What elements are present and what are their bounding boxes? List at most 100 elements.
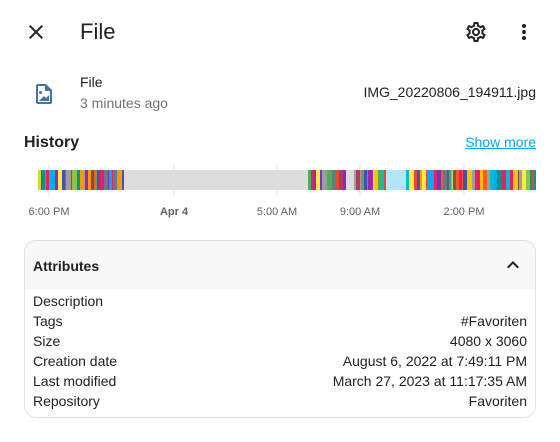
timeline-segment[interactable] bbox=[361, 170, 364, 190]
timeline-segment[interactable] bbox=[97, 170, 100, 190]
timeline-segment[interactable] bbox=[434, 170, 437, 190]
timeline-segment[interactable] bbox=[55, 170, 58, 190]
timeline-segment[interactable] bbox=[364, 170, 367, 190]
timeline-segment[interactable] bbox=[419, 170, 420, 190]
timeline-segment[interactable] bbox=[447, 170, 449, 190]
history-timeline[interactable]: 6:00 PM Apr 4 5:00 AM 9:00 AM 2:00 PM bbox=[24, 160, 536, 220]
timeline-segment[interactable] bbox=[71, 170, 72, 190]
timeline-segment[interactable] bbox=[534, 170, 536, 190]
timeline-segment[interactable] bbox=[122, 170, 124, 190]
timeline-segment[interactable] bbox=[475, 170, 480, 190]
timeline-segment[interactable] bbox=[378, 170, 382, 190]
timeline-segment[interactable] bbox=[452, 170, 453, 190]
timeline-segment[interactable] bbox=[42, 170, 45, 190]
timeline-segment[interactable] bbox=[450, 170, 451, 190]
timeline-segment[interactable] bbox=[316, 170, 320, 190]
timeline-segment[interactable] bbox=[443, 170, 447, 190]
timeline-segment[interactable] bbox=[422, 170, 426, 190]
timeline-segment[interactable] bbox=[124, 170, 308, 190]
timeline-segment[interactable] bbox=[339, 170, 341, 190]
timeline-segment[interactable] bbox=[368, 170, 373, 190]
timeline-segment[interactable] bbox=[311, 170, 314, 190]
timeline-segment[interactable] bbox=[322, 170, 327, 190]
attributes-expander[interactable]: Attributes bbox=[25, 241, 535, 289]
timeline-segment[interactable] bbox=[91, 170, 92, 190]
more-options-button[interactable] bbox=[504, 12, 544, 52]
timeline-segment[interactable] bbox=[308, 170, 311, 190]
timeline-segment[interactable] bbox=[441, 170, 443, 190]
timeline-segment[interactable] bbox=[320, 170, 322, 190]
timeline-segment[interactable] bbox=[459, 170, 462, 190]
timeline-segment[interactable] bbox=[490, 170, 494, 190]
timeline-segment[interactable] bbox=[472, 170, 475, 190]
timeline-segment[interactable] bbox=[406, 170, 409, 190]
timeline-segment[interactable] bbox=[374, 170, 378, 190]
timeline-segment[interactable] bbox=[438, 170, 441, 190]
timeline-segment[interactable] bbox=[77, 170, 80, 190]
timeline-segment[interactable] bbox=[95, 170, 97, 190]
timeline-segment[interactable] bbox=[88, 170, 91, 190]
timeline-segment[interactable] bbox=[336, 170, 339, 190]
settings-button[interactable] bbox=[456, 12, 496, 52]
timeline-segment[interactable] bbox=[449, 170, 450, 190]
timeline-segment[interactable] bbox=[41, 170, 42, 190]
timeline-segment[interactable] bbox=[85, 170, 88, 190]
timeline-segment[interactable] bbox=[437, 170, 438, 190]
timeline-segment[interactable] bbox=[494, 170, 497, 190]
timeline-segment[interactable] bbox=[356, 170, 357, 190]
timeline-segment[interactable] bbox=[502, 170, 506, 190]
timeline-segment[interactable] bbox=[487, 170, 490, 190]
timeline-chart[interactable] bbox=[24, 160, 536, 206]
timeline-segment[interactable] bbox=[456, 170, 459, 190]
timeline-segment[interactable] bbox=[532, 170, 534, 190]
timeline-segment[interactable] bbox=[385, 170, 386, 190]
timeline-segment[interactable] bbox=[314, 170, 316, 190]
timeline-segment[interactable] bbox=[518, 170, 519, 190]
timeline-segment[interactable] bbox=[426, 170, 427, 190]
timeline-segment[interactable] bbox=[462, 170, 463, 190]
timeline-segment[interactable] bbox=[332, 170, 336, 190]
close-button[interactable] bbox=[16, 12, 56, 52]
timeline-segment[interactable] bbox=[513, 170, 518, 190]
timeline-segment[interactable] bbox=[384, 170, 385, 190]
timeline-segment[interactable] bbox=[92, 170, 94, 190]
timeline-segment[interactable] bbox=[451, 170, 452, 190]
timeline-segment[interactable] bbox=[49, 170, 51, 190]
timeline-segment[interactable] bbox=[483, 170, 487, 190]
timeline-segment[interactable] bbox=[360, 170, 361, 190]
timeline-segment[interactable] bbox=[467, 170, 472, 190]
timeline-segment[interactable] bbox=[51, 170, 55, 190]
timeline-segment[interactable] bbox=[354, 170, 356, 190]
timeline-segment[interactable] bbox=[38, 170, 41, 190]
timeline-segment[interactable] bbox=[108, 170, 109, 190]
timeline-segment[interactable] bbox=[117, 170, 122, 190]
timeline-segment[interactable] bbox=[367, 170, 368, 190]
timeline-segment[interactable] bbox=[506, 170, 510, 190]
timeline-segment[interactable] bbox=[84, 170, 85, 190]
timeline-segment[interactable] bbox=[72, 170, 77, 190]
timeline-segment[interactable] bbox=[530, 170, 532, 190]
timeline-segment[interactable] bbox=[66, 170, 71, 190]
timeline-segment[interactable] bbox=[480, 170, 483, 190]
timeline-segment[interactable] bbox=[463, 170, 467, 190]
timeline-segment[interactable] bbox=[45, 170, 46, 190]
timeline-segment[interactable] bbox=[431, 170, 434, 190]
timeline-segment[interactable] bbox=[382, 170, 384, 190]
timeline-segment[interactable] bbox=[62, 170, 65, 190]
timeline-segment[interactable] bbox=[346, 170, 354, 190]
timeline-segment[interactable] bbox=[343, 170, 346, 190]
timeline-segment[interactable] bbox=[373, 170, 374, 190]
timeline-segment[interactable] bbox=[497, 170, 502, 190]
timeline-segment[interactable] bbox=[94, 170, 95, 190]
timeline-segment[interactable] bbox=[409, 170, 414, 190]
timeline-segment[interactable] bbox=[414, 170, 417, 190]
timeline-segment[interactable] bbox=[109, 170, 112, 190]
timeline-segment[interactable] bbox=[519, 170, 522, 190]
show-more-link[interactable]: Show more bbox=[465, 134, 536, 150]
timeline-segment[interactable] bbox=[453, 170, 456, 190]
timeline-segment[interactable] bbox=[417, 170, 419, 190]
timeline-segment[interactable] bbox=[327, 170, 332, 190]
timeline-segment[interactable] bbox=[526, 170, 530, 190]
timeline-segment[interactable] bbox=[427, 170, 431, 190]
timeline-segment[interactable] bbox=[46, 170, 49, 190]
